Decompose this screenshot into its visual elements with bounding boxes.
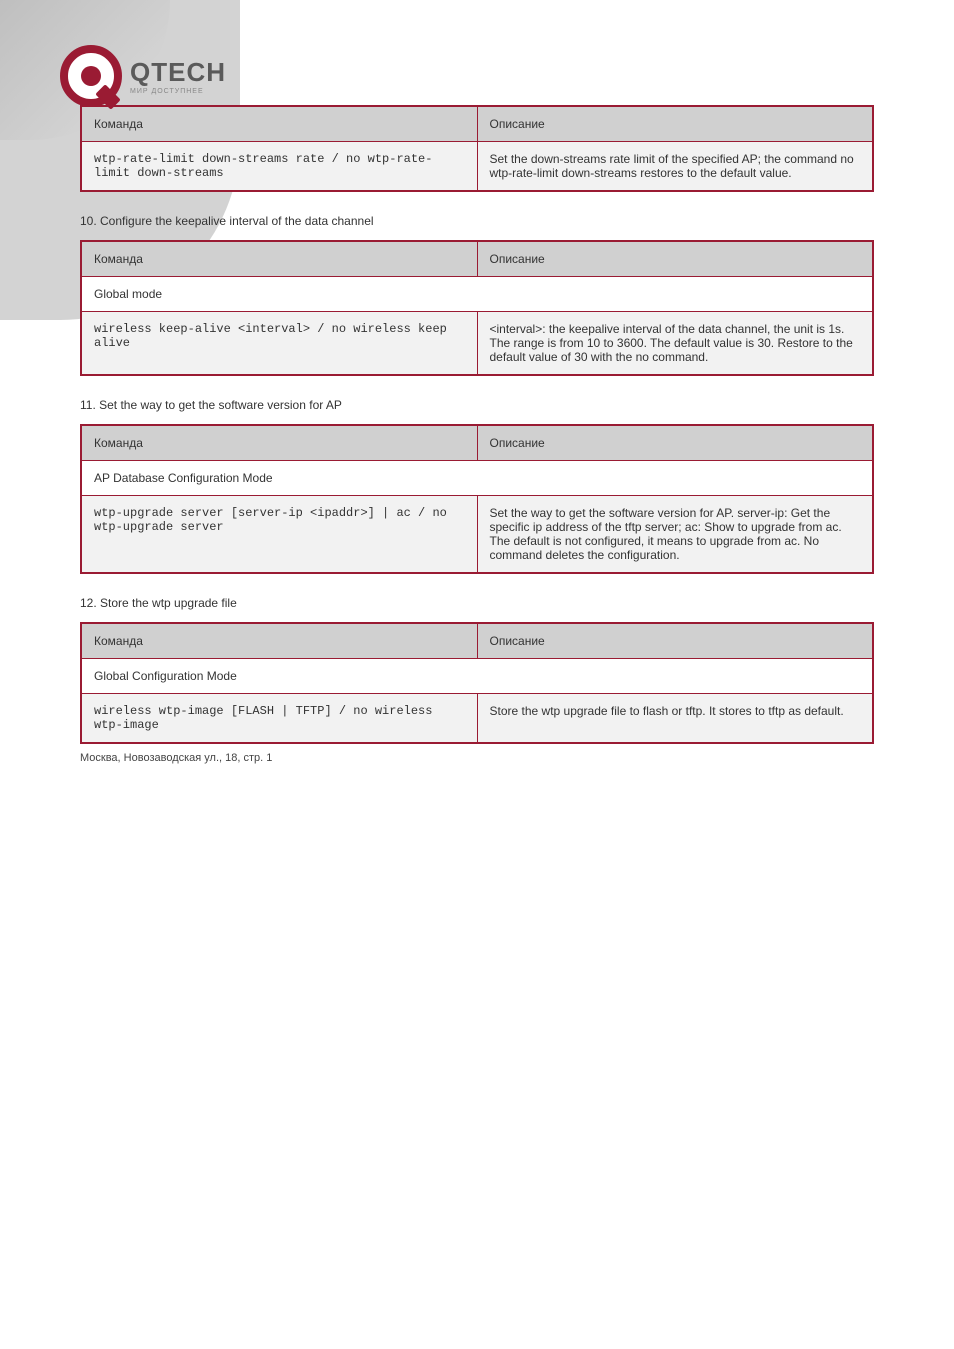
description-cell: <interval>: the keepalive interval of th… bbox=[477, 312, 873, 376]
command-cell: wtp-rate-limit down-streams rate / no wt… bbox=[81, 142, 477, 192]
logo-mark bbox=[60, 45, 122, 107]
command-cell: wireless keep-alive <interval> / no wire… bbox=[81, 312, 477, 376]
description-cell: Store the wtp upgrade file to flash or t… bbox=[477, 694, 873, 744]
table-wtp-image: Команда Описание Global Configuration Mo… bbox=[80, 622, 874, 744]
top-table: Команда Описание wtp-rate-limit down-str… bbox=[80, 105, 874, 192]
page-content: Команда Описание wtp-rate-limit down-str… bbox=[0, 0, 954, 804]
col-header-command: Команда bbox=[81, 106, 477, 142]
col-header-command: Команда bbox=[81, 241, 477, 277]
logo-brand-text: QTECH bbox=[130, 57, 226, 88]
section-title-12: 12. Store the wtp upgrade file bbox=[80, 596, 874, 610]
col-header-description: Описание bbox=[477, 425, 873, 461]
brand-logo: QTECH МИР ДОСТУПНЕЕ bbox=[60, 45, 226, 107]
mode-row: AP Database Configuration Mode bbox=[81, 461, 873, 496]
section-title-11: 11. Set the way to get the software vers… bbox=[80, 398, 874, 412]
col-header-description: Описание bbox=[477, 106, 873, 142]
description-cell: Set the down-streams rate limit of the s… bbox=[477, 142, 873, 192]
table-wtp-upgrade: Команда Описание AP Database Configurati… bbox=[80, 424, 874, 574]
table-keepalive: Команда Описание Global mode wireless ke… bbox=[80, 240, 874, 376]
col-header-command: Команда bbox=[81, 623, 477, 659]
logo-tagline: МИР ДОСТУПНЕЕ bbox=[130, 88, 226, 95]
command-cell: wireless wtp-image [FLASH | TFTP] / no w… bbox=[81, 694, 477, 744]
col-header-description: Описание bbox=[477, 623, 873, 659]
command-cell: wtp-upgrade server [server-ip <ipaddr>] … bbox=[81, 496, 477, 574]
col-header-description: Описание bbox=[477, 241, 873, 277]
description-cell: Set the way to get the software version … bbox=[477, 496, 873, 574]
section-title-10: 10. Configure the keepalive interval of … bbox=[80, 214, 874, 228]
mode-row: Global Configuration Mode bbox=[81, 659, 873, 694]
mode-row: Global mode bbox=[81, 277, 873, 312]
col-header-command: Команда bbox=[81, 425, 477, 461]
